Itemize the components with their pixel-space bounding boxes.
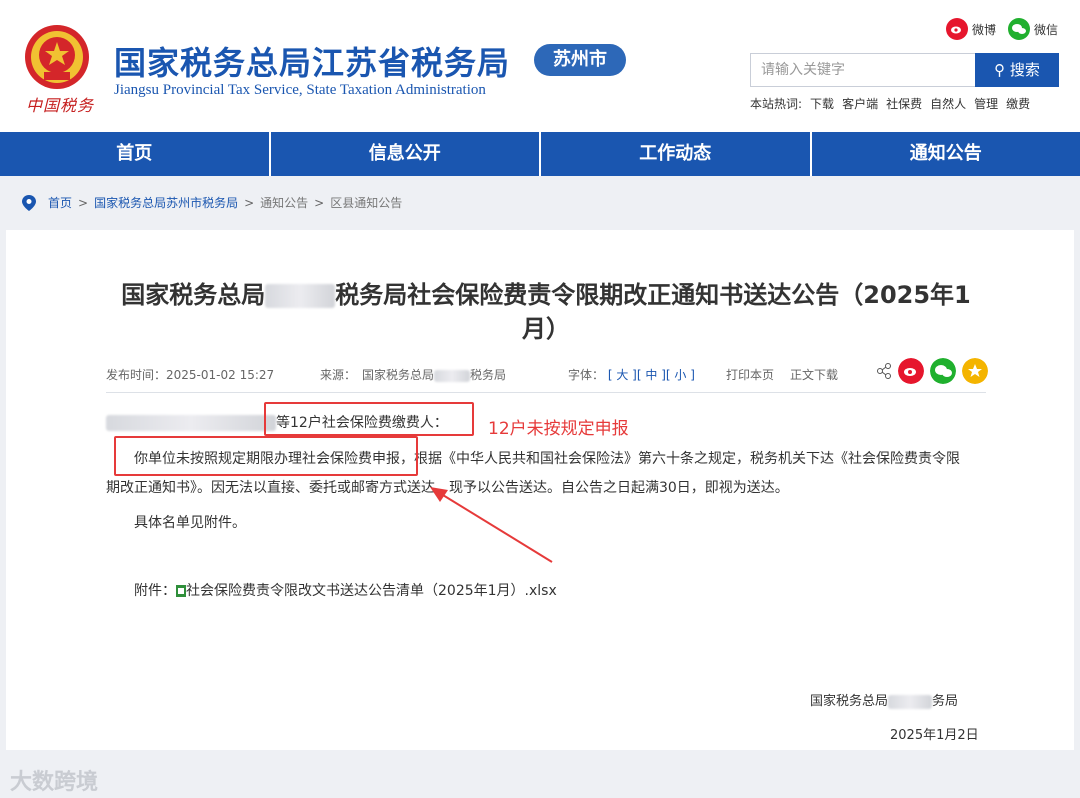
highlight-box-addressee (264, 402, 474, 436)
hotword-social-fee[interactable]: 社保费 (886, 95, 922, 112)
highlight-box-reason (114, 436, 418, 476)
body-rest: 根据《中华人民共和国社会保险法》第六十条之规定，税务机关下达《社会保险费责令限 (414, 451, 960, 467)
national-emblem-icon (25, 25, 89, 89)
weixin-label: 微信 (1034, 22, 1059, 37)
search-button[interactable]: ⚲ 搜索 (975, 53, 1059, 87)
weixin-link[interactable]: 微信 (1008, 18, 1058, 40)
breadcrumb-suzhou[interactable]: 国家税务总局苏州市税务局 (94, 194, 238, 211)
publish-label: 发布时间： (106, 368, 167, 382)
hotword-download[interactable]: 下载 (810, 95, 834, 112)
site-subtitle: Jiangsu Provincial Tax Service, State Ta… (114, 82, 486, 98)
hotwords-label: 本站热词: (750, 97, 803, 111)
breadcrumb-home[interactable]: 首页 (48, 194, 72, 211)
wechat-icon (1008, 18, 1030, 40)
city-badge[interactable]: 苏州市 (534, 44, 626, 76)
site-header: 中国税务 国家税务总局江苏省税务局 Jiangsu Provincial Tax… (0, 0, 1080, 132)
nav-home[interactable]: 首页 (0, 132, 271, 176)
annotation-arrow-icon (430, 487, 553, 563)
breadcrumb: 首页 > 国家税务总局苏州市税务局 > 通知公告 > 区县通知公告 (22, 194, 402, 211)
annotation-text: 12户未按规定申报 (488, 419, 629, 439)
search-button-label: 搜索 (1009, 61, 1040, 79)
publish-info: 发布时间：2025-01-02 15:27 (106, 366, 274, 383)
breadcrumb-separator: > (78, 195, 89, 210)
nav-notices[interactable]: 通知公告 (812, 132, 1080, 176)
hotword-client[interactable]: 客户端 (842, 95, 878, 112)
attachment-label: 附件： (134, 583, 176, 599)
article-title-part2: 税务局社会保险费责令限期改正通知书送达公告（2025年1月） (335, 281, 971, 343)
site-title[interactable]: 国家税务总局江苏省税务局 (114, 38, 510, 84)
search-input[interactable]: 请输入关键字 (750, 53, 976, 87)
issue-date: 2025年1月2日 (890, 728, 979, 743)
hotword-management[interactable]: 管理 (974, 95, 998, 112)
redacted-text (434, 369, 471, 382)
favorite-star-icon[interactable] (962, 358, 988, 384)
source-label: 来源： (320, 368, 357, 382)
breadcrumb-notices[interactable]: 通知公告 (260, 194, 308, 211)
redacted-text (888, 694, 933, 709)
nav-work-news[interactable]: 工作动态 (541, 132, 812, 176)
meta-divider (106, 392, 986, 393)
hotwords: 本站热词: 下载 客户端 社保费 自然人 管理 缴费 (750, 95, 1030, 112)
breadcrumb-separator: > (244, 195, 255, 210)
share-icon[interactable] (876, 358, 892, 384)
print-link[interactable]: 打印本页 (726, 366, 774, 383)
weibo-label: 微博 (972, 22, 997, 37)
article-title: 国家税务总局 税务局社会保险费责令限期改正通知书送达公告（2025年1月） (106, 278, 986, 346)
nav-info-disclosure[interactable]: 信息公开 (271, 132, 541, 176)
source-info: 来源： 国家税务总局 税务局 (320, 366, 506, 383)
article-title-part1: 国家税务总局 (121, 281, 266, 309)
breadcrumb-county-notices[interactable]: 区县通知公告 (330, 194, 402, 211)
weibo-link[interactable]: 微博 (946, 18, 996, 40)
redacted-text (106, 415, 276, 431)
share-icons (876, 358, 988, 384)
download-link[interactable]: 正文下载 (790, 366, 838, 383)
source-part1: 国家税务总局 (362, 368, 435, 382)
font-medium-button[interactable]: 中 (645, 368, 657, 382)
issuer-part1: 国家税务总局 (810, 694, 889, 709)
share-wechat-icon[interactable] (930, 358, 956, 384)
location-pin-icon (22, 194, 36, 211)
source-part2: 税务局 (470, 368, 507, 382)
font-large-button[interactable]: 大 (616, 368, 628, 382)
font-size-label: 字体： (568, 368, 605, 382)
logo-caption: 中国税务 (26, 96, 95, 115)
share-weibo-icon[interactable] (898, 358, 924, 384)
redacted-text (265, 284, 336, 308)
body-paragraph-2: 具体名单见附件。 (134, 515, 246, 531)
publish-time: 2025-01-02 15:27 (166, 368, 275, 382)
breadcrumb-separator: > (314, 195, 325, 210)
weibo-icon (946, 18, 968, 40)
issuer-signature: 国家税务总局 务局 (810, 690, 958, 709)
hotword-individual[interactable]: 自然人 (930, 95, 966, 112)
main-nav: 首页 信息公开 工作动态 通知公告 (0, 132, 1080, 176)
excel-file-icon (176, 585, 186, 597)
font-small-button[interactable]: 小 (674, 368, 686, 382)
search-icon: ⚲ (994, 61, 1006, 79)
attachment-line: 附件： 社会保险费责令限改文书送达公告清单（2025年1月）.xlsx (134, 576, 557, 606)
watermark-text: 大数跨境 (10, 770, 99, 795)
attachment-link[interactable]: 社会保险费责令限改文书送达公告清单（2025年1月）.xlsx (186, 583, 557, 599)
hotword-payment[interactable]: 缴费 (1006, 95, 1030, 112)
font-size-controls: 字体： [ 大 ][ 中 ][ 小 ] (568, 368, 695, 382)
issuer-part2: 务局 (932, 694, 959, 709)
